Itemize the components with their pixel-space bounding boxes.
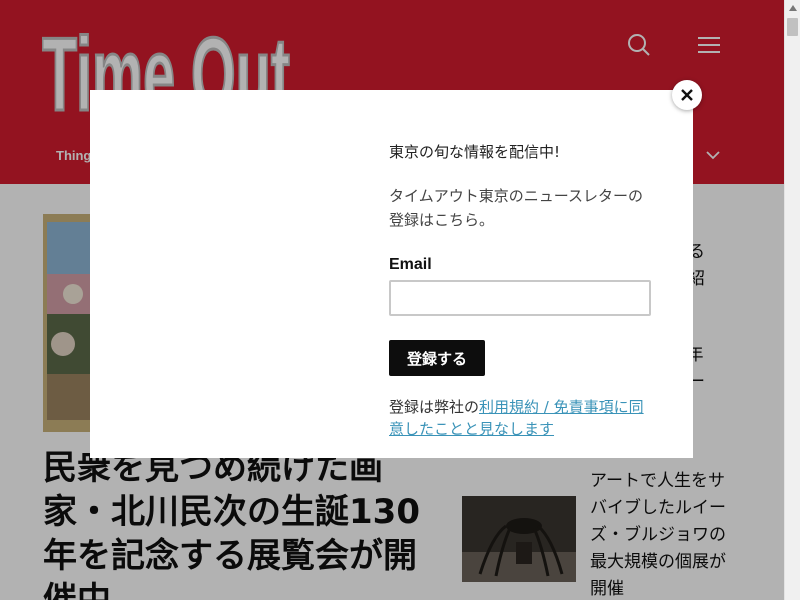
- vertical-scrollbar[interactable]: [784, 0, 800, 600]
- close-button[interactable]: [672, 80, 702, 110]
- terms-text: 登録は弊社の利用規約 / 免責事項に同意したことと見なします: [389, 396, 651, 440]
- scroll-thumb[interactable]: [787, 18, 798, 36]
- subscribe-button[interactable]: 登録する: [389, 340, 486, 376]
- scroll-up-arrow[interactable]: [785, 0, 800, 16]
- newsletter-modal: 東京の旬な情報を配信中! タイムアウト東京のニュースレターの登録はこちら。 Em…: [90, 90, 693, 458]
- modal-headline: 東京の旬な情報を配信中!: [389, 143, 561, 161]
- email-field[interactable]: [389, 280, 651, 316]
- modal-body: 東京の旬な情報を配信中! タイムアウト東京のニュースレターの登録はこちら。 Em…: [389, 140, 659, 440]
- close-icon: [681, 89, 693, 101]
- terms-prefix: 登録は弊社の: [389, 398, 480, 416]
- arrow-up-icon: [789, 5, 797, 11]
- email-label: Email: [389, 256, 432, 273]
- modal-description: タイムアウト東京のニュースレターの登録はこちら。: [389, 187, 643, 229]
